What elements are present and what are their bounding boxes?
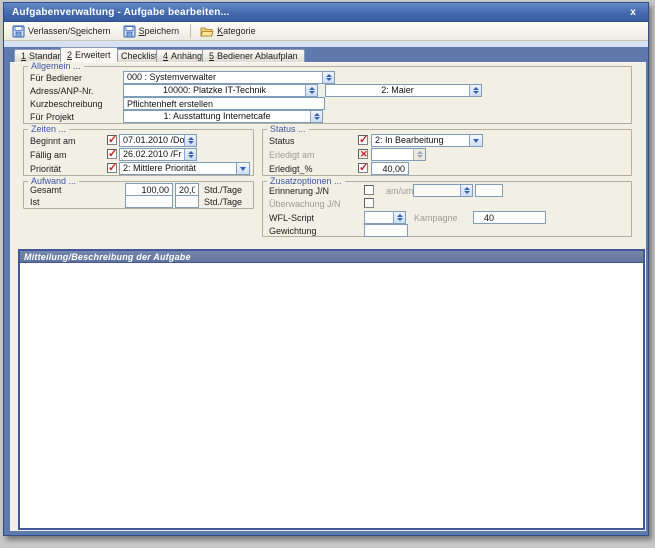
category-label: Kategorie <box>217 26 256 36</box>
toolbar-separator <box>190 24 191 38</box>
ist-tage-input[interactable] <box>175 195 199 208</box>
beginnt-am-date[interactable]: 07.01.2010 /Do <box>119 134 197 147</box>
erledigt-am-label: Erledigt am <box>269 149 315 161</box>
fuer-projekt-label: Für Projekt <box>30 111 74 123</box>
spinner-icon[interactable] <box>305 85 317 96</box>
kurzbeschreibung-input[interactable] <box>123 97 325 110</box>
beginnt-am-label: Beginnt am <box>30 135 76 147</box>
spinner-icon[interactable] <box>469 85 481 96</box>
ist-std-input[interactable] <box>125 195 173 208</box>
group-allgemein: Allgemein ... Für Bediener 000 : Systemv… <box>23 66 632 124</box>
leave-save-button[interactable]: Verlassen/Speichern <box>8 23 117 40</box>
group-zusatzoptionen: Zusatzoptionen ... Erinnerung J/N am/um … <box>262 181 632 237</box>
category-button[interactable]: Kategorie <box>196 23 262 40</box>
ist-label: Ist <box>30 196 40 208</box>
spinner-icon[interactable] <box>184 135 196 146</box>
gesamt-unit-label: Std./Tage <box>204 184 242 196</box>
ist-unit-label: Std./Tage <box>204 196 242 208</box>
status-checkbox[interactable] <box>358 135 368 145</box>
gesamt-label: Gesamt <box>30 184 62 196</box>
gewichtung-input[interactable] <box>364 224 408 237</box>
kampagne-input[interactable] <box>473 211 546 224</box>
kampagne-label: Kampagne <box>414 212 458 224</box>
window-title: Aufgabenverwaltung - Aufgabe bearbeiten.… <box>12 7 230 18</box>
tab-page-erweitert: Allgemein ... Für Bediener 000 : Systemv… <box>10 62 646 531</box>
spinner-icon[interactable] <box>460 185 472 196</box>
spinner-icon[interactable] <box>310 111 322 122</box>
close-icon[interactable]: x <box>626 7 640 18</box>
save-icon <box>123 25 136 38</box>
prioritaet-label: Priorität <box>30 163 61 175</box>
am-um-label: am/um <box>386 185 414 197</box>
fuer-projekt-combo[interactable]: 1: Ausstattung Internetcafe <box>123 110 323 123</box>
folder-icon <box>200 25 214 38</box>
kurzbeschreibung-label: Kurzbeschreibung <box>30 98 103 110</box>
adress-anp-combo[interactable]: 10000: Platzke IT-Technik <box>123 84 318 97</box>
faellig-am-label: Fällig am <box>30 149 67 161</box>
beginnt-am-checkbox[interactable] <box>107 135 117 145</box>
toolbar: Verlassen/Speichern Speichern Kategorie <box>4 22 648 41</box>
erledigt-am-date[interactable] <box>371 148 426 161</box>
group-zeiten-title: Zeiten ... <box>28 124 69 134</box>
message-textarea[interactable] <box>20 264 643 528</box>
status-label: Status <box>269 135 295 147</box>
message-panel-title: Mitteilung/Beschreibung der Aufgabe <box>24 252 191 262</box>
contact-person-combo[interactable]: 2: Maier <box>325 84 482 97</box>
prioritaet-combo[interactable]: 2: Mittlere Priorität <box>119 162 250 175</box>
tab-bediener-ablaufplan[interactable]: 5Bediener Ablaufplan <box>202 49 305 62</box>
status-combo[interactable]: 2: In Bearbeitung <box>371 134 483 147</box>
wfl-script-combo[interactable] <box>364 211 406 224</box>
fuer-bediener-combo[interactable]: 000 : Systemverwalter <box>123 71 335 84</box>
spinner-icon[interactable] <box>322 72 334 83</box>
erledigt-prozent-checkbox[interactable] <box>358 163 368 173</box>
leave-save-label: Verlassen/Speichern <box>28 26 111 36</box>
spinner-icon <box>413 149 425 160</box>
save-button[interactable]: Speichern <box>119 23 186 40</box>
group-zeiten: Zeiten ... Beginnt am 07.01.2010 /Do Fäl… <box>23 129 254 176</box>
message-panel: Mitteilung/Beschreibung der Aufgabe <box>18 249 645 530</box>
dropdown-arrow-icon[interactable] <box>469 135 482 146</box>
title-bar: Aufgabenverwaltung - Aufgabe bearbeiten.… <box>4 3 648 22</box>
tab-erweitert[interactable]: 2Erweitert <box>60 47 118 62</box>
group-aufwand: Aufwand ... Gesamt Std./Tage Ist Std./Ta… <box>23 181 254 209</box>
wfl-script-label: WFL-Script <box>269 212 314 224</box>
dropdown-arrow-icon[interactable] <box>236 163 249 174</box>
message-panel-header: Mitteilung/Beschreibung der Aufgabe <box>20 251 643 263</box>
erinnerung-datetime-combo[interactable] <box>413 184 473 197</box>
save-label: Speichern <box>139 26 180 36</box>
spinner-icon[interactable] <box>184 149 196 160</box>
adress-anp-label: Adress/ANP-Nr. <box>30 85 94 97</box>
erinnerung-checkbox[interactable] <box>364 185 374 195</box>
group-status-title: Status ... <box>267 124 309 134</box>
erledigt-prozent-label: Erledigt_% <box>269 163 313 175</box>
group-allgemein-title: Allgemein ... <box>28 61 84 71</box>
erledigt-prozent-input[interactable] <box>371 162 409 175</box>
prioritaet-checkbox[interactable] <box>107 163 117 173</box>
save-icon <box>12 25 25 38</box>
ueberwachung-label: Überwachung J/N <box>269 198 341 210</box>
spinner-icon[interactable] <box>393 212 405 223</box>
screenshot-root: Aufgabenverwaltung - Aufgabe bearbeiten.… <box>0 0 655 548</box>
fuer-bediener-label: Für Bediener <box>30 72 82 84</box>
erinnerung-extra-input[interactable] <box>475 184 503 197</box>
gewichtung-label: Gewichtung <box>269 225 317 237</box>
erledigt-am-checkbox[interactable] <box>358 149 368 159</box>
ueberwachung-checkbox[interactable] <box>364 198 374 208</box>
tab-strip: 1Standard 2Erweitert 3Checkliste 4Anhäng… <box>4 47 648 62</box>
app-window: Aufgabenverwaltung - Aufgabe bearbeiten.… <box>3 2 649 536</box>
erinnerung-label: Erinnerung J/N <box>269 185 329 197</box>
faellig-am-checkbox[interactable] <box>107 149 117 159</box>
faellig-am-date[interactable]: 26.02.2010 /Fr <box>119 148 197 161</box>
group-status: Status ... Status 2: In Bearbeitung Erle… <box>262 129 632 176</box>
